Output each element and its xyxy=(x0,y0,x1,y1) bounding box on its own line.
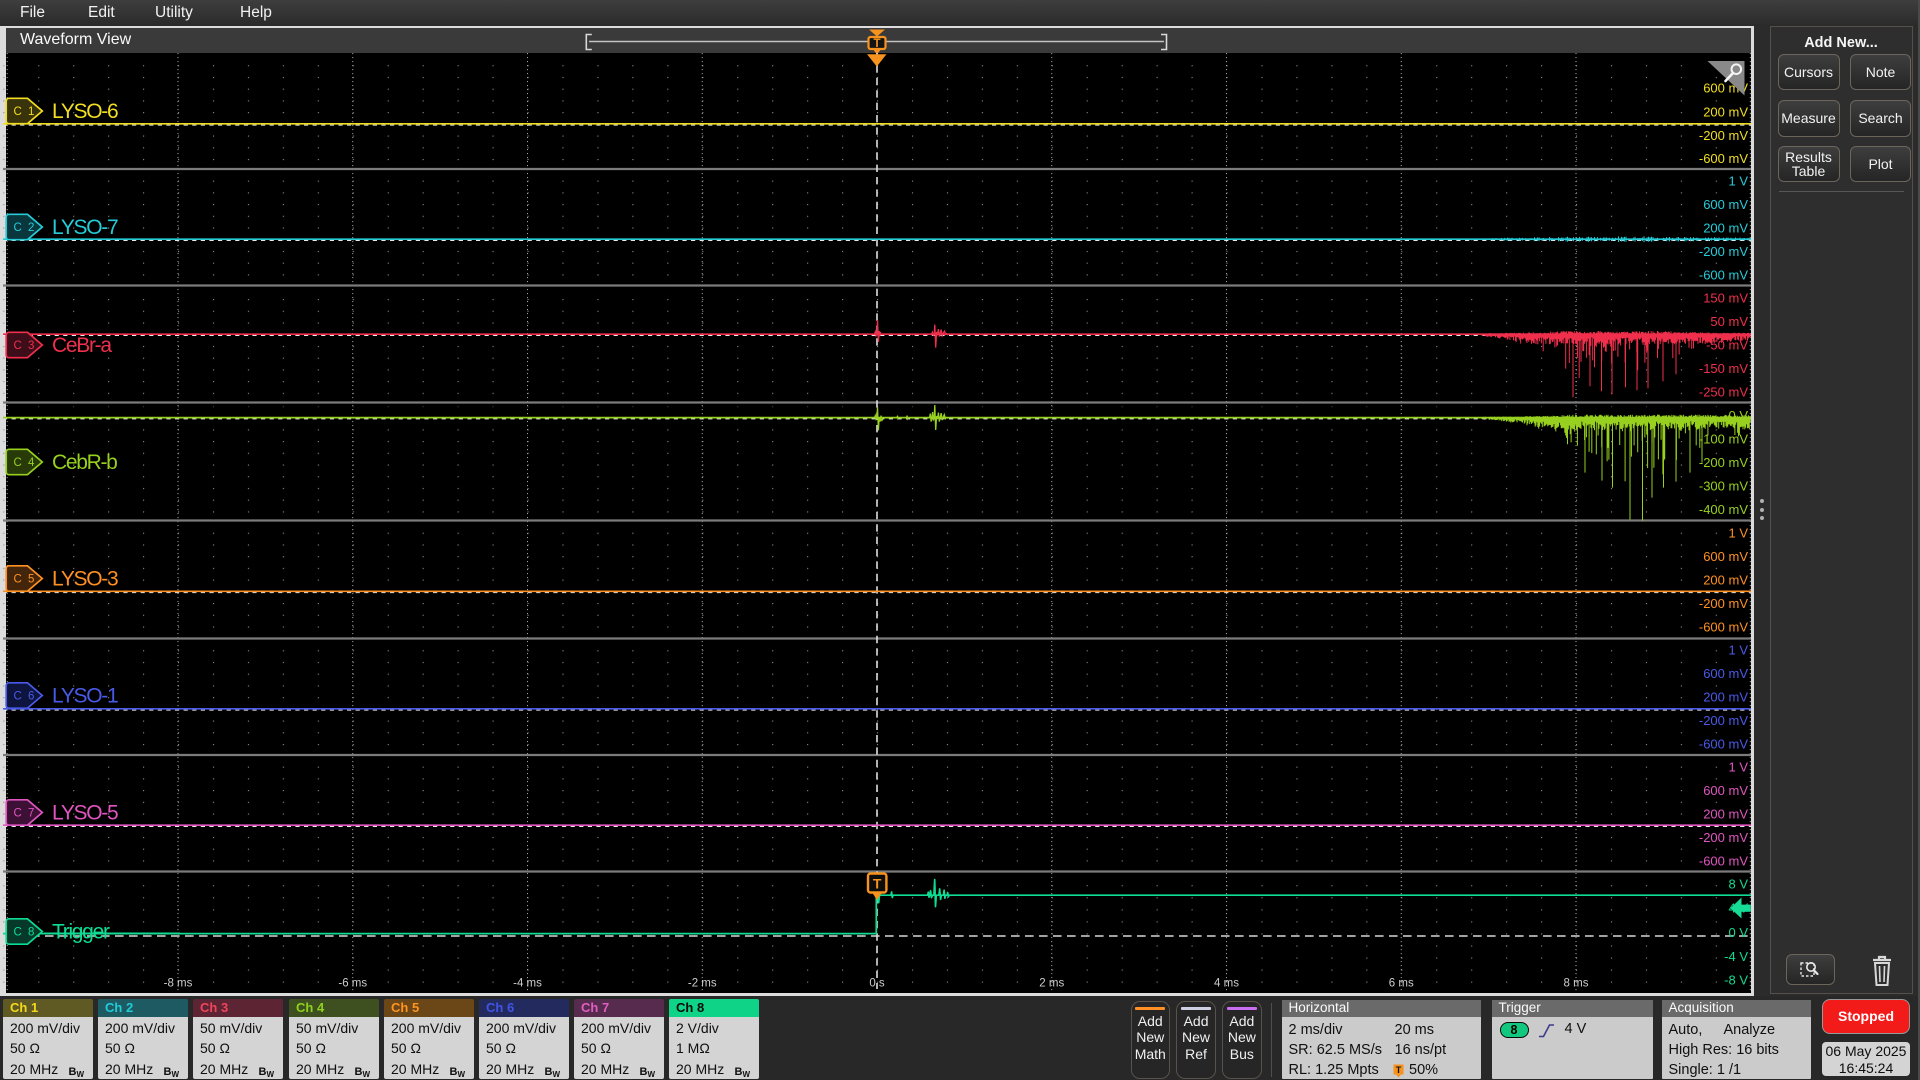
svg-text:1 V: 1 V xyxy=(1728,525,1748,540)
svg-text:1 V: 1 V xyxy=(1728,759,1748,774)
svg-text:4 ms: 4 ms xyxy=(1214,977,1239,989)
svg-text:200 mV: 200 mV xyxy=(1703,689,1748,704)
svg-text:8 ms: 8 ms xyxy=(1564,977,1589,989)
svg-text:-200 mV: -200 mV xyxy=(1699,596,1748,611)
svg-text:C 1: C 1 xyxy=(14,106,36,118)
svg-text:200 mV: 200 mV xyxy=(1703,572,1748,587)
svg-text:200 mV: 200 mV xyxy=(1703,104,1748,119)
svg-text:200 mV: 200 mV xyxy=(1703,806,1748,821)
svg-text:2 ms: 2 ms xyxy=(1039,977,1064,989)
svg-text:6 ms: 6 ms xyxy=(1389,977,1414,989)
svg-text:CebR-b: CebR-b xyxy=(52,451,117,474)
svg-text:C 3: C 3 xyxy=(14,340,36,352)
svg-text:Trigger: Trigger xyxy=(52,920,110,943)
svg-text:200 mV: 200 mV xyxy=(1703,220,1748,235)
svg-text:LYSO-3: LYSO-3 xyxy=(52,567,118,590)
svg-text:50 mV: 50 mV xyxy=(1710,314,1748,329)
svg-text:LYSO-6: LYSO-6 xyxy=(52,100,118,123)
svg-text:1 V: 1 V xyxy=(1728,642,1748,657)
svg-text:LYSO-7: LYSO-7 xyxy=(52,216,118,239)
svg-text:-8 V: -8 V xyxy=(1724,972,1748,987)
svg-text:-250 mV: -250 mV xyxy=(1699,384,1748,399)
svg-text:0 s: 0 s xyxy=(869,977,885,989)
svg-text:-4 ms: -4 ms xyxy=(513,977,542,989)
svg-text:C 7: C 7 xyxy=(14,807,36,819)
svg-text:-100 mV: -100 mV xyxy=(1699,431,1748,446)
svg-text:C 8: C 8 xyxy=(14,926,36,938)
svg-text:-600 mV: -600 mV xyxy=(1699,853,1748,868)
svg-text:T: T xyxy=(873,38,880,50)
svg-text:-2 ms: -2 ms xyxy=(688,977,717,989)
svg-text:C 5: C 5 xyxy=(14,573,36,585)
svg-text:-200 mV: -200 mV xyxy=(1699,244,1748,259)
svg-text:CeBr-a: CeBr-a xyxy=(52,334,112,357)
svg-text:T: T xyxy=(1395,1064,1401,1074)
svg-text:150 mV: 150 mV xyxy=(1703,290,1748,305)
svg-text:-4 V: -4 V xyxy=(1724,949,1748,964)
svg-text:-200 mV: -200 mV xyxy=(1699,830,1748,845)
svg-text:-400 mV: -400 mV xyxy=(1699,502,1748,517)
svg-text:-600 mV: -600 mV xyxy=(1699,267,1748,282)
svg-text:600 mV: 600 mV xyxy=(1703,666,1748,681)
svg-text:LYSO-1: LYSO-1 xyxy=(52,684,118,707)
svg-text:600 mV: 600 mV xyxy=(1703,549,1748,564)
svg-text:0 V: 0 V xyxy=(1728,408,1748,423)
svg-text:-200 mV: -200 mV xyxy=(1699,713,1748,728)
svg-text:T: T xyxy=(873,875,882,891)
svg-text:LYSO-5: LYSO-5 xyxy=(52,801,118,824)
svg-text:-50 mV: -50 mV xyxy=(1706,337,1748,352)
svg-text:-600 mV: -600 mV xyxy=(1699,736,1748,751)
svg-text:-600 mV: -600 mV xyxy=(1699,619,1748,634)
svg-text:0 V: 0 V xyxy=(1728,925,1748,940)
svg-text:8 V: 8 V xyxy=(1728,876,1748,891)
svg-text:C 4: C 4 xyxy=(14,457,36,469)
svg-text:600 mV: 600 mV xyxy=(1703,783,1748,798)
svg-text:600 mV: 600 mV xyxy=(1703,197,1748,212)
svg-text:-200 mV: -200 mV xyxy=(1699,128,1748,143)
svg-text:-6 ms: -6 ms xyxy=(338,977,367,989)
svg-text:C 6: C 6 xyxy=(14,690,36,702)
svg-text:1 V: 1 V xyxy=(1728,173,1748,188)
svg-text:-150 mV: -150 mV xyxy=(1699,361,1748,376)
svg-text:C 2: C 2 xyxy=(14,222,36,234)
svg-text:-8 ms: -8 ms xyxy=(164,977,193,989)
svg-text:-200 mV: -200 mV xyxy=(1699,455,1748,470)
svg-text:-600 mV: -600 mV xyxy=(1699,151,1748,166)
svg-text:-300 mV: -300 mV xyxy=(1699,478,1748,493)
